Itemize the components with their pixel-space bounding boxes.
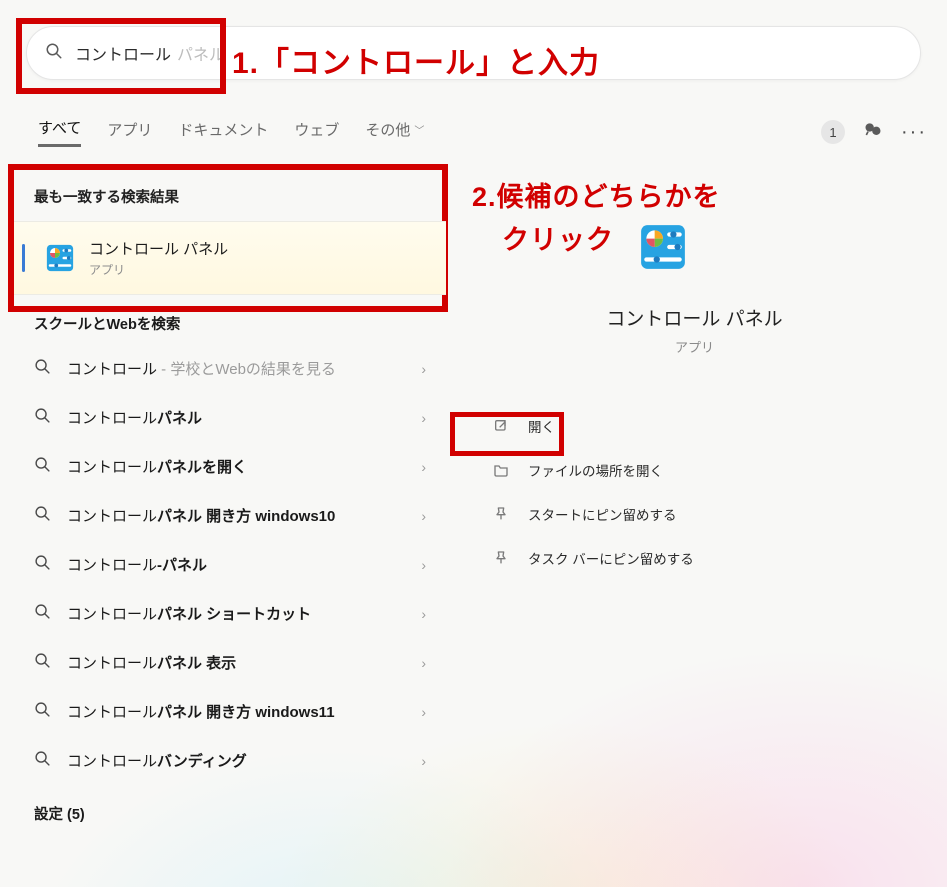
search-icon: [34, 407, 51, 428]
suggestion-row[interactable]: コントロールバンディング ›: [14, 736, 446, 785]
search-icon: [34, 505, 51, 526]
chevron-right-icon: ›: [421, 606, 426, 622]
detail-subtitle: アプリ: [675, 337, 714, 356]
suggestion-label: コントロール-パネル: [67, 554, 405, 575]
chevron-right-icon: ›: [421, 704, 426, 720]
search-icon: [34, 701, 51, 722]
control-panel-icon: [45, 243, 75, 273]
search-icon: [34, 554, 51, 575]
more-icon[interactable]: ···: [901, 121, 927, 144]
chevron-right-icon: ›: [421, 655, 426, 671]
school-web-header: スクールとWebを検索: [14, 295, 446, 344]
chevron-right-icon: ›: [421, 508, 426, 524]
chevron-right-icon: ›: [421, 361, 426, 377]
action-pin-start-label: スタートにピン留めする: [528, 504, 677, 524]
suggestion-label: コントロールパネル ショートカット: [67, 603, 405, 624]
tab-documents[interactable]: ドキュメント: [178, 119, 268, 146]
action-open-location-label: ファイルの場所を開く: [528, 460, 663, 480]
suggestion-label: コントロールパネル 開き方 windows11: [67, 701, 405, 722]
suggestion-row[interactable]: コントロールパネル 表示 ›: [14, 638, 446, 687]
suggestion-row[interactable]: コントロール-パネル ›: [14, 540, 446, 589]
action-pin-to-taskbar[interactable]: タスク バーにピン留めする: [476, 536, 913, 580]
search-icon: [34, 652, 51, 673]
annotation-text-1: 1.「コントロール」と入力: [232, 38, 600, 82]
chevron-right-icon: ›: [421, 459, 426, 475]
search-category-tabs: すべて アプリ ドキュメント ウェブ その他 ﹀ 1 ···: [38, 112, 927, 152]
suggestion-row[interactable]: コントロールパネル ショートカット ›: [14, 589, 446, 638]
best-match-header: 最も一致する検索結果: [14, 168, 446, 221]
annotation-control-panel-icon: [638, 222, 688, 277]
suggestion-row[interactable]: コントロール - 学校とWebの結果を見る ›: [14, 344, 446, 393]
results-column: 最も一致する検索結果 コントロール パネル アプリ スクールとWebを検索 コン…: [14, 168, 446, 887]
settings-header: 設定 (5): [14, 785, 446, 834]
best-match-item[interactable]: コントロール パネル アプリ: [14, 221, 446, 295]
suggestion-label: コントロールパネル: [67, 407, 405, 428]
tab-all[interactable]: すべて: [38, 117, 81, 147]
suggestion-label: コントロールパネル 表示: [67, 652, 405, 673]
selection-indicator: [22, 244, 25, 272]
folder-icon: [492, 461, 510, 479]
suggestion-list: コントロール - 学校とWebの結果を見る›コントロールパネル›コントロールパネ…: [14, 344, 446, 785]
suggestion-label: コントロールバンディング: [67, 750, 405, 771]
notifications-badge[interactable]: 1: [821, 120, 845, 144]
chat-icon[interactable]: [863, 120, 883, 145]
tab-web[interactable]: ウェブ: [294, 119, 339, 146]
suggestion-label: コントロールパネルを開く: [67, 456, 405, 477]
best-match-subtitle: アプリ: [89, 261, 228, 278]
pin-icon: [492, 505, 510, 523]
detail-title: コントロール パネル: [606, 304, 782, 331]
search-icon: [34, 603, 51, 624]
suggestion-row[interactable]: コントロールパネルを開く ›: [14, 442, 446, 491]
suggestion-row[interactable]: コントロールパネル 開き方 windows10 ›: [14, 491, 446, 540]
search-icon: [34, 456, 51, 477]
chevron-down-icon: ﹀: [414, 122, 424, 137]
suggestion-label: コントロール - 学校とWebの結果を見る: [67, 358, 405, 379]
chevron-right-icon: ›: [421, 410, 426, 426]
tab-more-label: その他: [365, 119, 410, 140]
detail-pane: 2.候補のどちらかを クリック コントロール パネル アプリ 開く: [446, 168, 923, 887]
best-match-title: コントロール パネル: [89, 238, 228, 259]
search-icon: [34, 750, 51, 771]
action-pin-taskbar-label: タスク バーにピン留めする: [528, 548, 694, 568]
suggestion-row[interactable]: コントロールパネル 開き方 windows11 ›: [14, 687, 446, 736]
pin-icon: [492, 549, 510, 567]
chevron-right-icon: ›: [421, 557, 426, 573]
search-icon: [34, 358, 51, 379]
suggestion-label: コントロールパネル 開き方 windows10: [67, 505, 405, 526]
tab-apps[interactable]: アプリ: [107, 119, 152, 146]
suggestion-row[interactable]: コントロールパネル ›: [14, 393, 446, 442]
annotation-box-3: [450, 412, 564, 456]
annotation-box-1: [16, 18, 226, 94]
tab-more[interactable]: その他 ﹀: [365, 119, 424, 146]
chevron-right-icon: ›: [421, 753, 426, 769]
action-pin-to-start[interactable]: スタートにピン留めする: [476, 492, 913, 536]
